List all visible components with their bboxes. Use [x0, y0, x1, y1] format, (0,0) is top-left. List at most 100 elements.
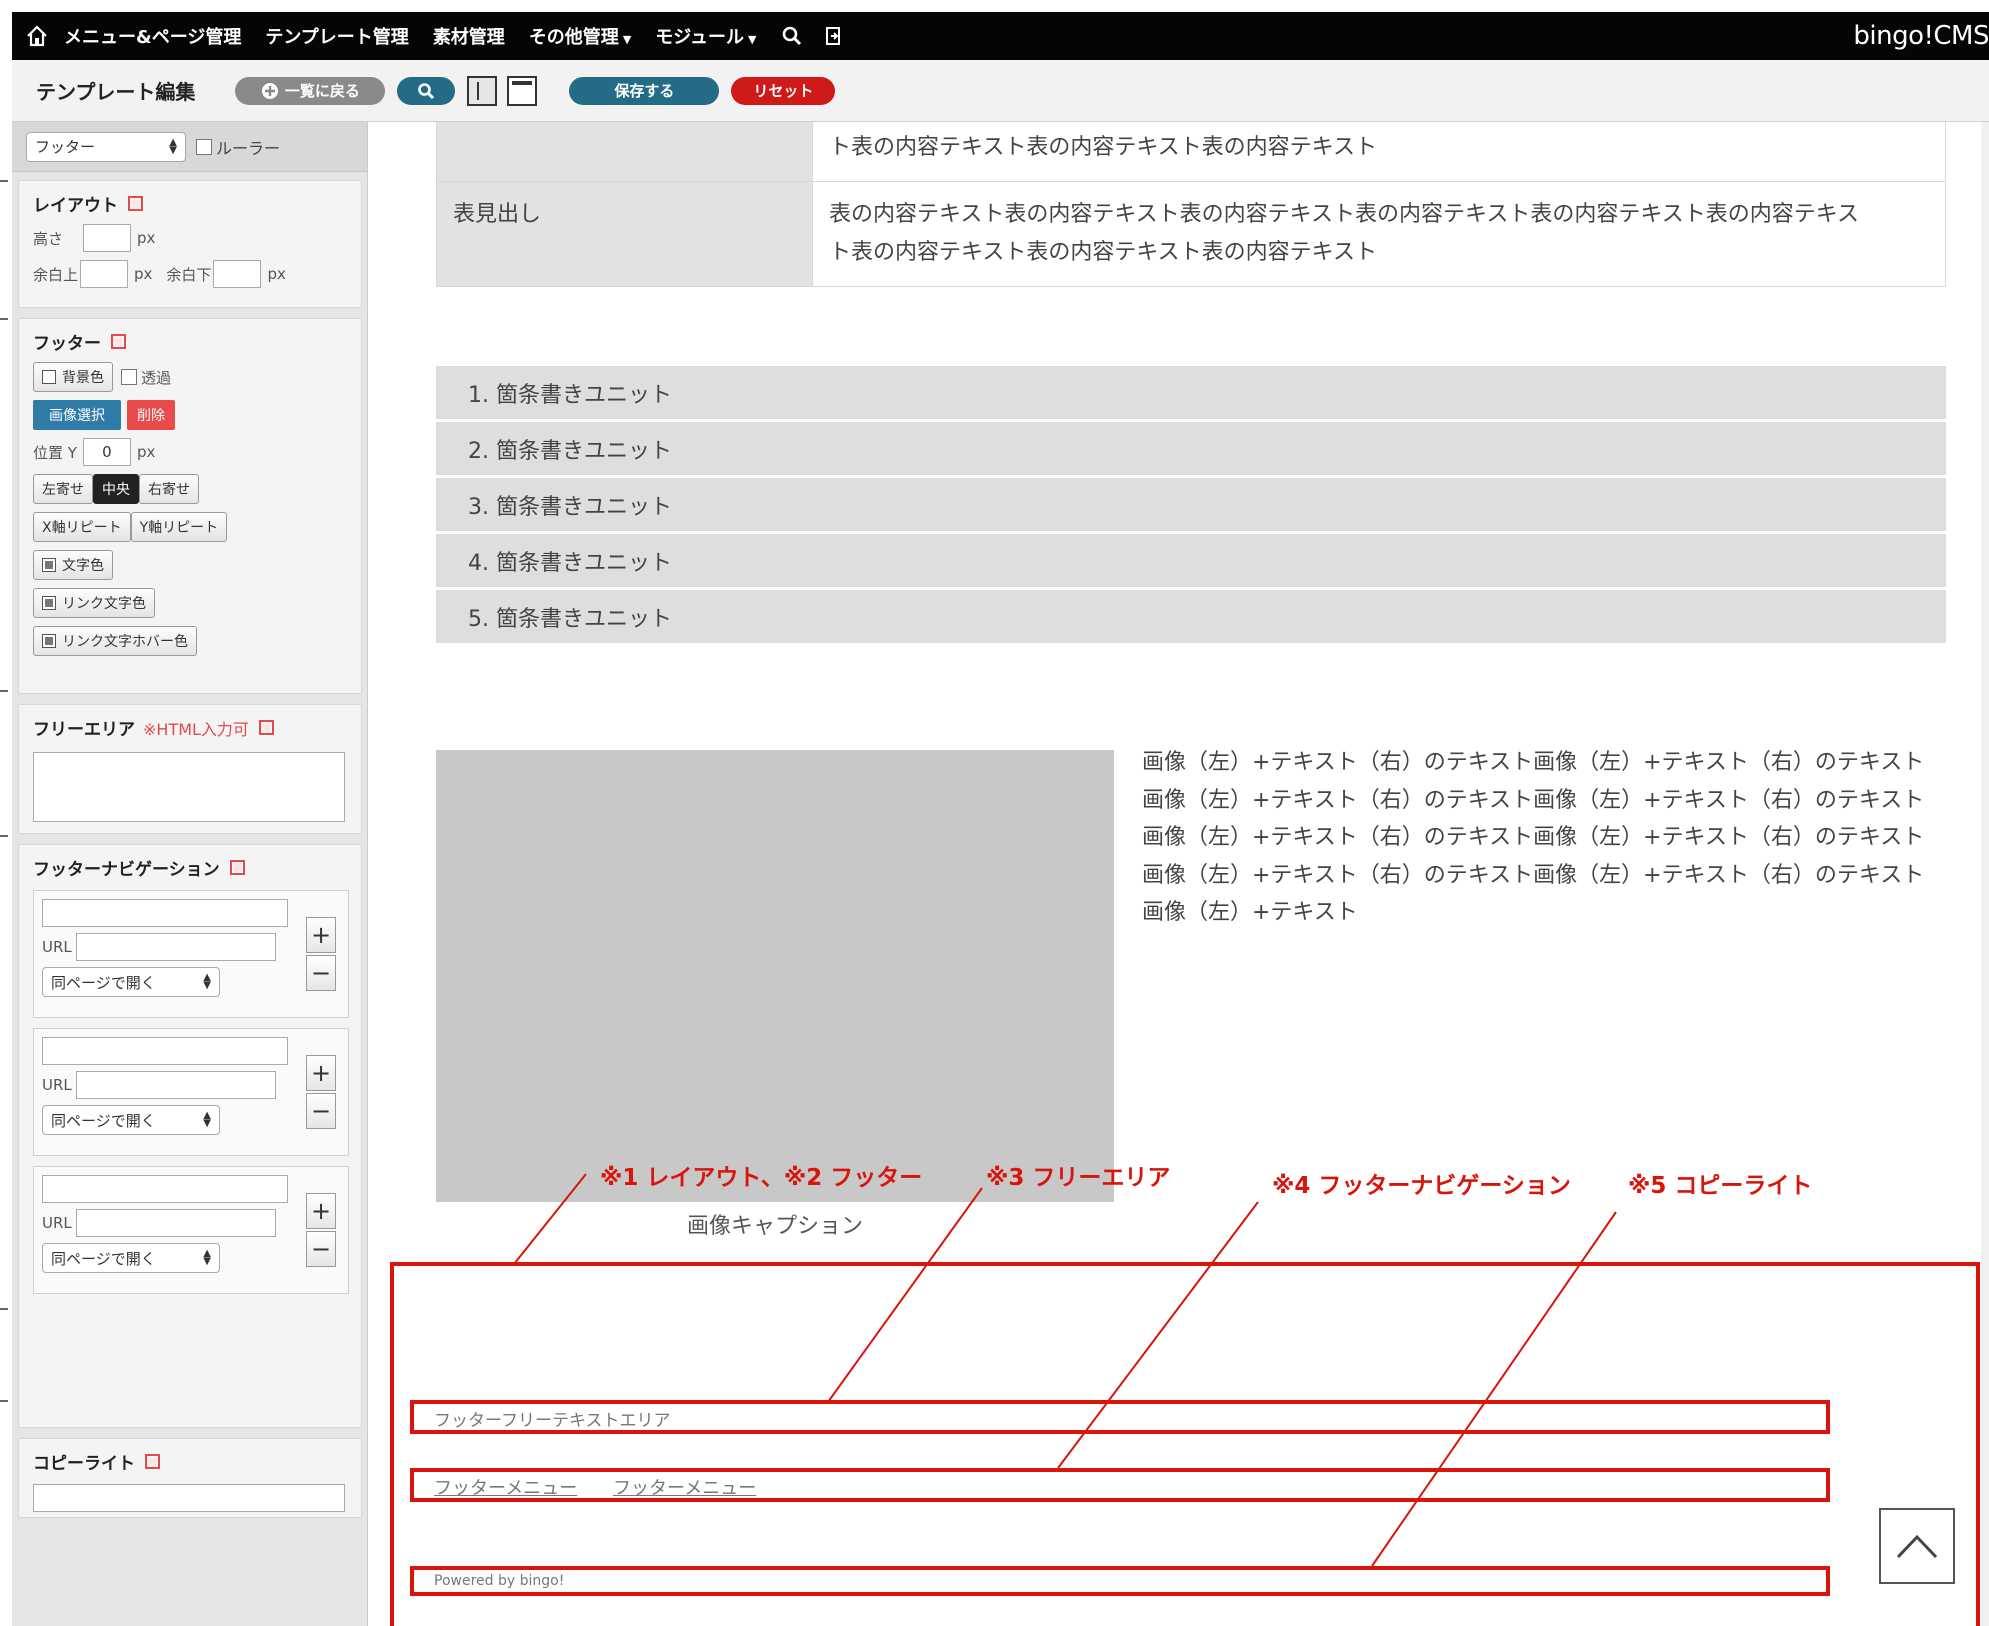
nav-title-input[interactable] [42, 899, 288, 927]
nav-materials[interactable]: 素材管理 [433, 23, 505, 49]
margin-top-input[interactable] [80, 260, 129, 288]
layout-panel: レイアウト 高さ px 余白上 px 余白下 px [18, 180, 362, 308]
remove-nav-button[interactable]: − [306, 1093, 336, 1129]
color-swatch-icon [42, 634, 56, 648]
remove-nav-button[interactable]: − [306, 1231, 336, 1267]
text-color-button[interactable]: 文字色 [33, 550, 113, 580]
caret-down-icon: ▼ [622, 33, 632, 46]
transparent-label: 透過 [141, 368, 172, 387]
add-nav-button[interactable]: + [306, 1193, 336, 1229]
reset-button[interactable]: リセット [731, 76, 836, 105]
nav-target-select[interactable]: 同ページで開く ▲ ▼ [42, 1243, 220, 1273]
nav-url-input[interactable] [75, 1071, 276, 1099]
nav-other[interactable]: その他管理 ▼ [529, 23, 631, 49]
transparent-toggle[interactable]: 透過 [121, 367, 171, 388]
footer-menu-link[interactable]: フッターメニュー [613, 1478, 756, 1499]
repeat-row: X軸リピート Y軸リピート [33, 512, 347, 542]
align-left-button[interactable]: 左寄せ [33, 474, 93, 504]
nav-target-value: 同ページで開く [51, 1249, 156, 1268]
property-sidebar: フッター ▲▼ ルーラー レイアウト 高さ px 余白上 px 余白下 px [12, 122, 368, 1626]
free-area-textarea[interactable] [33, 752, 345, 822]
search-icon[interactable] [781, 25, 803, 47]
align-right-button[interactable]: 右寄せ [139, 474, 199, 504]
nav-title-input[interactable] [42, 1175, 288, 1203]
back-to-top-button[interactable] [1879, 1508, 1955, 1584]
footer-nav-heading: フッターナビゲーション [33, 860, 220, 880]
nav-url-input[interactable] [75, 1209, 276, 1237]
nav-target-select[interactable]: 同ページで開く ▲ ▼ [42, 967, 220, 997]
margin-row: 余白上 px 余白下 px [33, 260, 347, 288]
footer-copyright-text: Powered by bingo! [434, 1573, 565, 1589]
position-row: 位置 Y 0 px [33, 438, 347, 466]
ruler-tick [0, 690, 8, 692]
section-select[interactable]: フッター ▲ ▼ [26, 131, 186, 162]
delete-image-button[interactable]: 削除 [127, 400, 175, 430]
link-hover-color-row: リンク文字ホバー色 [33, 626, 347, 656]
ruler-tick [0, 318, 8, 320]
nav-template[interactable]: テンプレート管理 [265, 23, 408, 49]
nav-module[interactable]: モジュール ▼ [655, 23, 756, 49]
caret-down-icon: ▼ [748, 33, 757, 46]
align-center-button[interactable]: 中央 [93, 474, 139, 504]
height-input[interactable] [83, 224, 132, 252]
ruler-label: ルーラー [216, 138, 281, 158]
nav-menu-page[interactable]: メニュー&ページ管理 [64, 23, 241, 49]
footer-menu-link[interactable]: フッターメニュー [434, 1478, 577, 1499]
home-icon[interactable] [24, 23, 50, 49]
link-color-button[interactable]: リンク文字色 [33, 588, 155, 618]
footer-nav-entry: URL 同ページで開く ▲ ▼ + − [33, 1166, 349, 1294]
help-square-icon[interactable] [258, 720, 274, 735]
transparent-checkbox[interactable] [121, 369, 137, 385]
copyright-input[interactable] [33, 1484, 345, 1512]
help-square-icon[interactable] [111, 334, 126, 349]
link-color-row: リンク文字色 [33, 588, 347, 618]
html-allowed-note: ※HTML入力可 [143, 719, 249, 739]
ruler-checkbox[interactable] [196, 138, 212, 155]
top-nav-bar: メニュー&ページ管理 テンプレート管理 素材管理 その他管理 ▼ モジュール ▼ b… [12, 12, 1989, 60]
add-nav-button[interactable]: + [306, 1055, 336, 1091]
nav-target-value: 同ページで開く [51, 973, 156, 992]
position-y-input[interactable]: 0 [82, 438, 131, 466]
text-color-row: 文字色 [33, 550, 347, 580]
ruler-tick [0, 180, 8, 182]
remove-nav-button[interactable]: − [306, 955, 336, 991]
nav-target-value: 同ページで開く [51, 1111, 156, 1130]
sidebar-layout-icon [473, 81, 480, 100]
nav-title-input[interactable] [42, 1037, 288, 1065]
layout-full-toggle[interactable] [507, 75, 538, 106]
select-arrows-icon: ▲ ▼ [203, 972, 211, 991]
nav-target-select[interactable]: 同ページで開く ▲ ▼ [42, 1105, 220, 1135]
px-unit: px [136, 443, 156, 461]
margin-bottom-input[interactable] [213, 260, 262, 288]
repeat-x-button[interactable]: X軸リピート [33, 512, 131, 542]
link-hover-color-button[interactable]: リンク文字ホバー色 [33, 626, 197, 656]
footer-heading-row: フッター [33, 329, 347, 354]
vertical-scrollbar[interactable] [1981, 122, 1989, 1626]
select-arrows-icon: ▲ ▼ [169, 136, 177, 156]
select-image-button[interactable]: 画像選択 [33, 400, 121, 430]
search-button[interactable] [397, 76, 456, 105]
nav-url-input[interactable] [75, 933, 276, 961]
bg-color-button[interactable]: 背景色 [33, 362, 113, 392]
footer-free-area-box: フッターフリーテキストエリア [410, 1400, 1830, 1434]
editor-toolbar: テンプレート編集 一覧に戻る 保存する リセット [12, 60, 1989, 122]
help-square-icon[interactable] [229, 860, 245, 875]
ruler-toggle[interactable]: ルーラー [196, 135, 280, 159]
help-square-icon[interactable] [128, 196, 143, 211]
free-area-heading-row: フリーエリア ※HTML入力可 [33, 715, 347, 740]
layout-sidebar-toggle[interactable] [467, 75, 498, 106]
help-square-icon[interactable] [145, 1454, 160, 1469]
copyright-heading: コピーライト [33, 1454, 135, 1474]
url-label: URL [42, 938, 72, 956]
back-to-list-button[interactable]: 一覧に戻る [235, 76, 386, 105]
footer-copyright-box: Powered by bingo! [410, 1566, 1830, 1596]
height-row: 高さ px [33, 224, 347, 252]
nav-url-row: URL [42, 933, 340, 961]
add-nav-button[interactable]: + [306, 917, 336, 953]
save-button[interactable]: 保存する [569, 76, 720, 105]
logout-icon[interactable] [825, 26, 843, 46]
free-area-heading: フリーエリア [33, 720, 135, 740]
footer-nav-box: フッターメニュー フッターメニュー [410, 1468, 1830, 1502]
repeat-y-button[interactable]: Y軸リピート [130, 512, 228, 542]
footer-heading: フッター [33, 334, 101, 354]
